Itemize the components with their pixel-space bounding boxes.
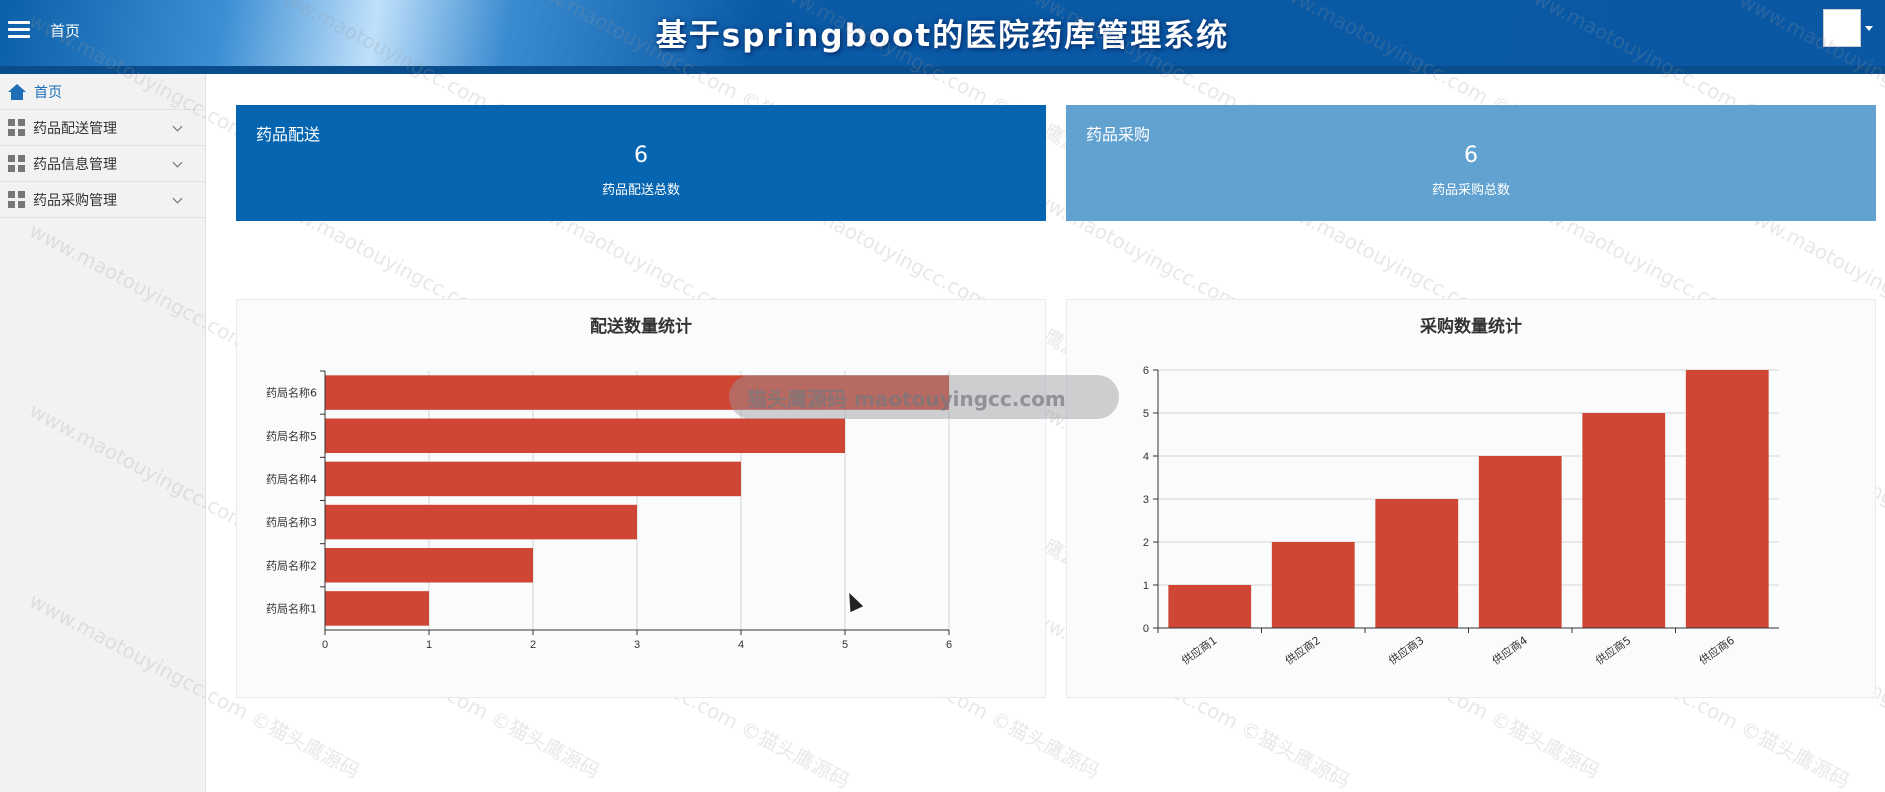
x-tick-label: 2 [530,639,536,651]
chevron-down-icon [172,157,183,168]
user-menu[interactable] [1823,9,1873,47]
bar [325,591,429,626]
avatar[interactable] [1823,9,1861,47]
card-value: 6 [1464,143,1478,168]
x-tick-label: 供应商3 [1386,633,1427,667]
sidebar-item-drug-info[interactable]: 药品信息管理 [0,146,205,182]
y-tick-label: 药局名称1 [266,601,317,615]
y-tick-label: 2 [1143,537,1149,549]
card-value: 6 [634,143,648,168]
x-tick-label: 1 [426,639,432,651]
y-tick-label: 药局名称4 [266,472,317,486]
sidebar-item-label: 药品配送管理 [33,120,117,137]
sidebar: 首页 药品配送管理 药品信息管理 药品采购管理 [0,74,206,792]
grid-icon [8,191,25,208]
chevron-down-icon [172,193,183,204]
grid-icon [8,119,25,136]
x-tick-label: 供应商2 [1282,633,1323,667]
x-tick-label: 供应商5 [1593,633,1634,667]
grid-icon [8,155,25,172]
bar [1685,370,1769,628]
y-tick-label: 5 [1143,408,1149,420]
home-icon [8,83,26,100]
sidebar-item-home[interactable]: 首页 [0,74,205,110]
bar [325,418,845,454]
purchase-bar-chart: 0 1 2 3 4 5 6 供应商1 供应商2 供应商3 供应商4 供应商5 供应商6 [1143,365,1779,667]
y-tick-label: 药局名称2 [266,558,317,572]
x-tick-label: 供应商4 [1489,633,1530,667]
y-tick-label: 药局名称5 [266,429,317,443]
x-tick-label: 0 [322,639,328,651]
bar [325,461,741,497]
app-title: 基于springboot的医院药库管理系统 [655,18,1230,54]
y-tick-label: 3 [1143,494,1149,506]
stat-card-purchase: 药品采购 6 药品采购总数 [1066,105,1876,221]
card-subtitle: 药品配送总数 [601,183,680,198]
bar [325,504,637,540]
bar [1478,456,1562,628]
y-tick-label: 药局名称3 [266,515,317,529]
bar [1582,413,1666,628]
sidebar-item-purchase[interactable]: 药品采购管理 [0,182,205,218]
top-header: 首页 基于springboot的医院药库管理系统 [0,0,1885,74]
bar [1271,542,1355,628]
caret-down-icon[interactable] [1865,25,1873,31]
sidebar-item-delivery[interactable]: 药品配送管理 [0,110,205,146]
x-tick-label: 供应商6 [1696,633,1737,667]
bar [1168,585,1252,628]
card-title: 药品配送 [256,125,321,144]
bar [1375,499,1459,628]
card-title: 药品采购 [1086,125,1151,144]
x-tick-label: 供应商1 [1179,633,1220,667]
x-tick-label: 4 [738,639,744,651]
chevron-down-icon [172,121,183,132]
bar [325,547,533,583]
delivery-bar-chart: 0 1 2 3 4 5 6 药局名称1 药局名称2 药局名称3 药局名称4 药局名称5 药局名称6 [266,370,952,651]
stat-card-delivery: 药品配送 6 药品配送总数 [236,105,1046,221]
purchase-chart-panel: 采购数量统计 0 1 2 3 4 5 6 供应商1 供应商2 供应商3 供应商4 供应商5 供应商6 [1066,299,1876,698]
y-tick-label: 药局名称6 [266,386,317,400]
overlay-banner-text: 猫头鹰源码 maotouyingcc.com [747,387,1066,411]
y-tick-label: 0 [1143,623,1149,635]
y-tick-label: 4 [1143,451,1149,463]
x-tick-label: 6 [946,639,952,651]
header-shade [0,66,1885,74]
y-tick-label: 6 [1143,365,1149,377]
sidebar-item-label: 药品信息管理 [33,156,117,173]
delivery-chart-panel: 配送数量统计 0 1 2 3 4 5 6 药局名称1 药局名称2 药局名称3 药局名称4 药局名称5 药… [236,299,1046,698]
card-subtitle: 药品采购总数 [1431,183,1510,198]
x-tick-label: 3 [634,639,640,651]
x-tick-label: 5 [842,639,848,651]
sidebar-item-label: 药品采购管理 [33,192,117,209]
sidebar-item-label: 首页 [34,84,62,101]
y-tick-label: 1 [1143,580,1149,592]
